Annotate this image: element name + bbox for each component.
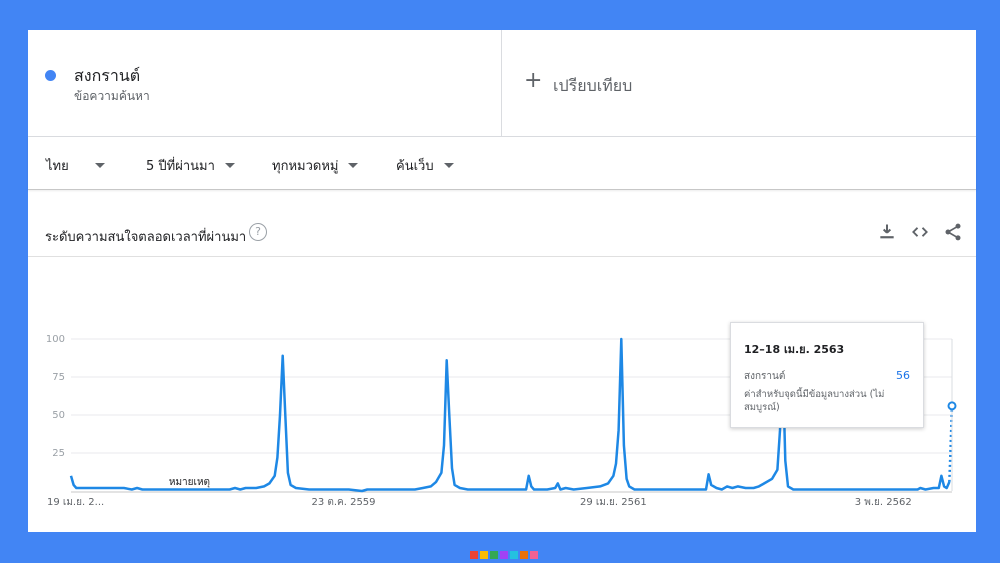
tooltip-value: 56 <box>896 369 910 382</box>
x-tick-label: 3 พ.ย. 2562 <box>855 497 912 508</box>
x-tick-label: 19 เม.ย. 2... <box>47 497 104 508</box>
y-tick-label: 75 <box>52 372 65 383</box>
tooltip-note: ค่าสำหรับจุดนี้มีข้อมูลบางส่วน (ไม่สมบูร… <box>744 389 885 413</box>
term-color-dot <box>45 70 56 81</box>
download-icon[interactable] <box>877 222 897 242</box>
search-type-label: ค้นเว็บ <box>396 159 434 174</box>
tooltip-date: 12–18 เม.ย. 2563 <box>744 343 845 356</box>
category-label: ทุกหมวดหมู่ <box>272 159 339 174</box>
caret-down-icon <box>348 163 359 168</box>
panel-header: ระดับความสนใจตลอดเวลาที่ผ่านมา ? <box>28 210 976 257</box>
x-tick-label: 29 เม.ย. 2561 <box>580 497 647 508</box>
region-label: ไทย <box>46 159 69 174</box>
plus-icon: + <box>524 68 543 93</box>
y-tick-label: 50 <box>52 410 65 421</box>
color-square <box>470 551 478 559</box>
caret-down-icon <box>224 163 235 168</box>
x-tick-label: 23 ต.ค. 2559 <box>311 497 375 508</box>
footer-color-bar <box>460 551 538 559</box>
color-square <box>530 551 538 559</box>
color-square <box>520 551 528 559</box>
compare-button[interactable]: + เปรียบเทียบ <box>502 30 976 136</box>
y-tick-label: 25 <box>52 448 65 459</box>
highlighted-point <box>947 401 957 411</box>
search-term-card[interactable]: สงกรานต์ ข้อความค้นหา <box>28 30 502 136</box>
term-type: ข้อความค้นหา <box>74 89 150 103</box>
filter-bar: ไทย 5 ปีที่ผ่านมา ทุกหมวดหมู่ ค้นเว็บ <box>28 137 976 190</box>
color-square <box>500 551 508 559</box>
y-tick-label: 100 <box>46 334 65 345</box>
tooltip-term: สงกรานต์ <box>744 371 786 382</box>
caret-down-icon <box>443 163 454 168</box>
data-point-tooltip: 12–18 เม.ย. 2563 สงกรานต์ 56 ค่าสำหรับจุ… <box>730 322 924 428</box>
embed-icon[interactable] <box>910 222 930 242</box>
trends-frame: สงกรานต์ ข้อความค้นหา + เปรียบเทียบ ไทย … <box>28 30 976 532</box>
region-dropdown[interactable]: ไทย <box>46 155 105 176</box>
color-square <box>510 551 518 559</box>
note-label[interactable]: หมายเหตุ <box>169 477 210 488</box>
search-type-dropdown[interactable]: ค้นเว็บ <box>396 155 454 176</box>
compare-label: เปรียบเทียบ <box>553 76 633 95</box>
term-row: สงกรานต์ ข้อความค้นหา + เปรียบเทียบ <box>28 30 976 137</box>
color-square <box>480 551 488 559</box>
color-square <box>490 551 498 559</box>
time-range-label: 5 ปีที่ผ่านมา <box>146 159 215 174</box>
color-square <box>460 551 468 559</box>
share-icon[interactable] <box>943 222 963 242</box>
category-dropdown[interactable]: ทุกหมวดหมู่ <box>272 155 359 176</box>
caret-down-icon <box>94 163 105 168</box>
term-name: สงกรานต์ <box>74 66 141 85</box>
panel-title: ระดับความสนใจตลอดเวลาที่ผ่านมา <box>45 230 247 245</box>
help-icon[interactable]: ? <box>249 223 267 241</box>
time-range-dropdown[interactable]: 5 ปีที่ผ่านมา <box>146 155 235 176</box>
